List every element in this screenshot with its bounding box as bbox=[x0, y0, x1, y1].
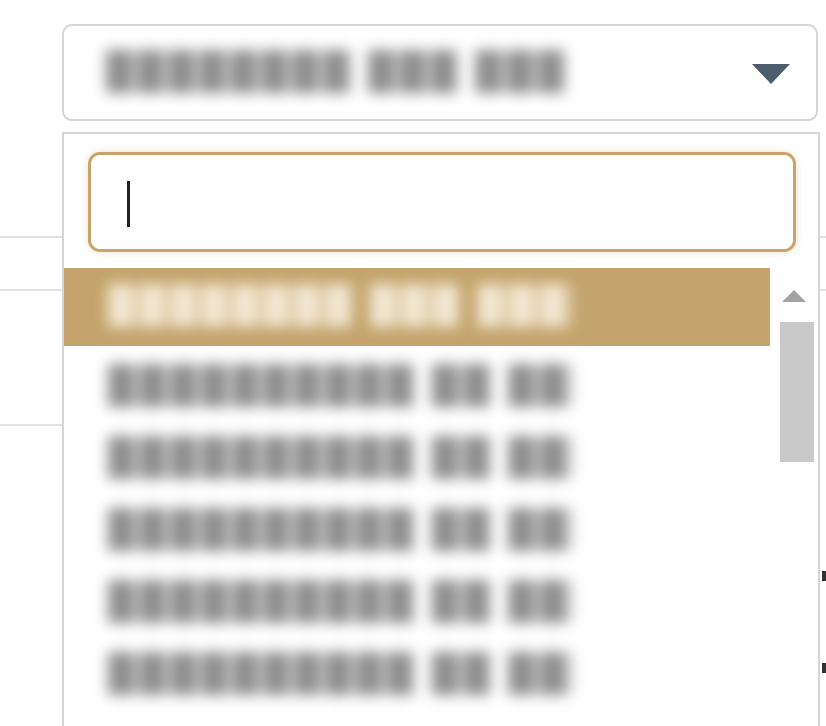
background-divider bbox=[0, 424, 64, 426]
options-list: ████████ ███ ████ ██████████ ██ ██ ██ ███… bbox=[64, 268, 770, 726]
search-field[interactable] bbox=[88, 152, 796, 252]
option-label: ██████████ ██ ████ bbox=[108, 580, 572, 622]
text-cursor bbox=[127, 181, 130, 227]
scroll-thumb[interactable] bbox=[780, 322, 814, 462]
caret-down-icon[interactable] bbox=[752, 64, 790, 84]
background-mark bbox=[822, 571, 826, 581]
background-mark bbox=[822, 663, 826, 673]
option-label: ██████████ ██ ████ bbox=[108, 508, 572, 550]
option[interactable]: ██████████ ██ ████ bbox=[64, 566, 770, 638]
select-dropdown[interactable]: ████████ ███ ████ bbox=[62, 24, 818, 121]
option-highlighted[interactable]: ████████ ███ ████ bbox=[64, 268, 770, 346]
option-label: ██████████ ██ ████ bbox=[108, 364, 572, 406]
option-label: ████████ ███ ████ bbox=[108, 284, 572, 326]
option-label: ██████████ ██ ████ bbox=[108, 436, 572, 478]
selected-value: ████████ ███ ████ bbox=[106, 50, 566, 92]
scroll-up-icon[interactable] bbox=[782, 290, 806, 302]
search-input[interactable] bbox=[91, 155, 793, 249]
page: ████████ ███ ████ ████████ ███ ████ ████… bbox=[0, 0, 826, 726]
option-label: ██████████ ██ ████ bbox=[108, 652, 572, 694]
background-divider bbox=[0, 289, 64, 291]
background-divider bbox=[0, 236, 64, 238]
dropdown-panel: ████████ ███ ████ ██████████ ██ ██ ██ ███… bbox=[62, 132, 820, 726]
option[interactable]: ██████████ ██ ████ bbox=[64, 350, 770, 422]
option[interactable]: ██████████ ██ ████ bbox=[64, 638, 770, 710]
option[interactable]: ██████████ ██ ████ bbox=[64, 422, 770, 494]
scrollbar[interactable] bbox=[772, 268, 818, 726]
option[interactable]: ██████████ ██ ████ bbox=[64, 494, 770, 566]
